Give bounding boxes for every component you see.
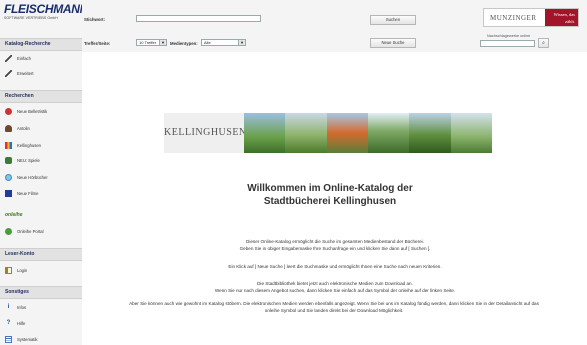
kellinghusen-banner: KELLINGHUSEN xyxy=(164,113,492,153)
globe-icon xyxy=(5,173,12,181)
treffer-select[interactable]: 10 Treffer ▼ xyxy=(136,39,167,46)
medientypen-label: Medientypen: xyxy=(170,41,198,46)
chevron-down-icon: ▼ xyxy=(238,40,245,45)
sidebar-item-label: Einfach xyxy=(17,55,31,61)
sidebar-item-kellinghusen[interactable]: Kellinghusen xyxy=(5,140,41,150)
download-line-2: Wenn Sie nur nach diesem Angebot suchen,… xyxy=(214,288,456,293)
apple-icon xyxy=(5,107,12,115)
lookup-search-button[interactable]: ⌕ xyxy=(538,38,549,48)
pencil-icon xyxy=(5,69,12,77)
page-title: Willkommen im Online-Katalog der Stadtbü… xyxy=(240,182,420,208)
stoebern-paragraph: Aber Sie können auch wie gewohnt im Kata… xyxy=(84,300,584,314)
lookup-input[interactable] xyxy=(480,40,535,47)
banner-title: KELLINGHUSEN xyxy=(164,113,246,153)
sidebar-item-label: Neue Hörbücher xyxy=(17,174,48,180)
fleischmann-logo[interactable]: FLEISCHMANN SOFTWARE VERTRIEBS GmbH xyxy=(4,2,89,20)
intro-line-1: Dieser Online-Katalog ermöglicht die Suc… xyxy=(246,239,424,244)
search-icon: ⌕ xyxy=(542,40,545,46)
sidebar-item-einfach[interactable]: Einfach xyxy=(5,53,31,63)
sidebar-item-label: Hilfe xyxy=(17,320,26,326)
stoebern-line-2: onleihe Symbol und Sie landen direkt bei… xyxy=(264,308,404,313)
sonstiges-header: Sonstiges xyxy=(0,286,82,299)
welcome-line-1: Willkommen im Online-Katalog der xyxy=(247,183,413,194)
sidebar-item-erweitert[interactable]: Erweitert xyxy=(5,68,34,78)
sidebar-item-login[interactable]: Login xyxy=(5,265,27,275)
stichwort-label: Stichwort: xyxy=(84,17,106,22)
onleihe-logo[interactable]: onleihe xyxy=(5,212,23,218)
film-icon xyxy=(5,189,12,197)
sidebar-item-label: Systematik xyxy=(17,336,38,342)
munzinger-name: MUNZINGER xyxy=(490,14,537,22)
download-paragraph: Die Stadtbibliothek bietet jetzt auch el… xyxy=(160,280,510,294)
stichwort-input[interactable] xyxy=(136,15,261,22)
munzinger-logo[interactable]: MUNZINGER Wissen, das zählt. xyxy=(483,8,579,27)
welcome-line-2: Stadtbücherei Kellinghusen xyxy=(263,196,397,207)
banner-photo xyxy=(409,113,451,153)
logo-brand: FLEISCHMANN xyxy=(4,2,89,16)
person-icon xyxy=(5,124,12,132)
banner-photo xyxy=(244,113,286,153)
portal-icon xyxy=(5,227,12,235)
banner-photo xyxy=(367,113,410,153)
neue-suche-line: Ein Klick auf [ Neue Suche ] leert die S… xyxy=(228,264,442,269)
chevron-down-icon: ▼ xyxy=(159,40,166,45)
sidebar: FLEISCHMANN SOFTWARE VERTRIEBS GmbH Kata… xyxy=(0,0,89,345)
help-icon: ? xyxy=(6,319,11,326)
nachschlagewerke-label: Nachschlagewerke online xyxy=(487,34,531,38)
treffer-value: 10 Treffer xyxy=(139,40,157,45)
sidebar-item-infos[interactable]: i Infos xyxy=(5,302,26,312)
sidebar-item-neu-spiele[interactable]: NEU: Spiele xyxy=(5,155,40,165)
sidebar-item-label: Neue Belletristik xyxy=(17,108,48,114)
sidebar-item-label: Onleihe Portal xyxy=(17,228,44,234)
sidebar-item-hilfe[interactable]: ? Hilfe xyxy=(5,318,26,328)
sidebar-item-label: Neue Filme xyxy=(17,190,39,196)
neue-suche-button[interactable]: Neue Suche xyxy=(370,38,416,48)
sidebar-item-label: Erweitert xyxy=(17,70,34,76)
medientypen-value: Alle xyxy=(204,40,211,45)
sidebar-item-antolin[interactable]: Antolin xyxy=(5,123,30,133)
leser-header: Leser-Konto xyxy=(0,248,82,261)
sidebar-item-onleihe-portal[interactable]: Onleihe Portal xyxy=(5,226,44,236)
sidebar-item-label: Antolin xyxy=(17,125,30,131)
info-icon: i xyxy=(7,303,10,310)
intro-line-2: Geben Sie in obiger Eingabemaske Ihre Su… xyxy=(239,246,431,251)
medientypen-select[interactable]: Alle ▼ xyxy=(201,39,246,46)
sidebar-item-neue-hoerbuecher[interactable]: Neue Hörbücher xyxy=(5,172,48,182)
treffer-label: Treffer/Seite: xyxy=(84,41,111,46)
sidebar-item-label: NEU: Spiele xyxy=(17,157,40,163)
leser-section: Leser-Konto xyxy=(0,248,82,261)
suchen-button[interactable]: Suchen xyxy=(370,15,416,25)
logo-subtitle: SOFTWARE VERTRIEBS GmbH xyxy=(4,16,58,20)
katalog-section: Katalog-Recherche xyxy=(0,38,82,51)
sonstiges-section: Sonstiges xyxy=(0,286,82,299)
key-icon xyxy=(5,266,12,274)
neue-suche-paragraph: Ein Klick auf [ Neue Suche ] leert die S… xyxy=(160,263,510,270)
books-icon xyxy=(5,141,12,149)
sidebar-item-neue-belletristik[interactable]: Neue Belletristik xyxy=(5,106,47,116)
banner-photos xyxy=(244,113,492,153)
sidebar-item-label: Kellinghusen xyxy=(17,142,41,148)
sidebar-item-label: Login xyxy=(17,267,28,273)
list-icon xyxy=(5,335,12,343)
intro-paragraph: Dieser Online-Katalog ermöglicht die Suc… xyxy=(160,238,510,252)
munzinger-tagline: Wissen, das zählt. xyxy=(545,9,578,26)
sidebar-item-label: Infos xyxy=(17,304,27,310)
banner-photo xyxy=(326,113,368,153)
recherchen-section: Recherchen xyxy=(0,90,82,103)
sidebar-item-systematik[interactable]: Systematik xyxy=(5,334,37,344)
recherchen-header: Recherchen xyxy=(0,90,82,103)
stoebern-line-1: Aber Sie können auch wie gewohnt im Kata… xyxy=(129,301,539,306)
download-line-1: Die Stadtbibliothek bietet jetzt auch el… xyxy=(257,281,413,286)
game-icon xyxy=(5,156,12,164)
katalog-header: Katalog-Recherche xyxy=(0,38,82,51)
banner-photo xyxy=(450,113,492,153)
pencil-icon xyxy=(5,54,12,62)
sidebar-item-neue-filme[interactable]: Neue Filme xyxy=(5,188,38,198)
banner-photo xyxy=(285,113,327,153)
